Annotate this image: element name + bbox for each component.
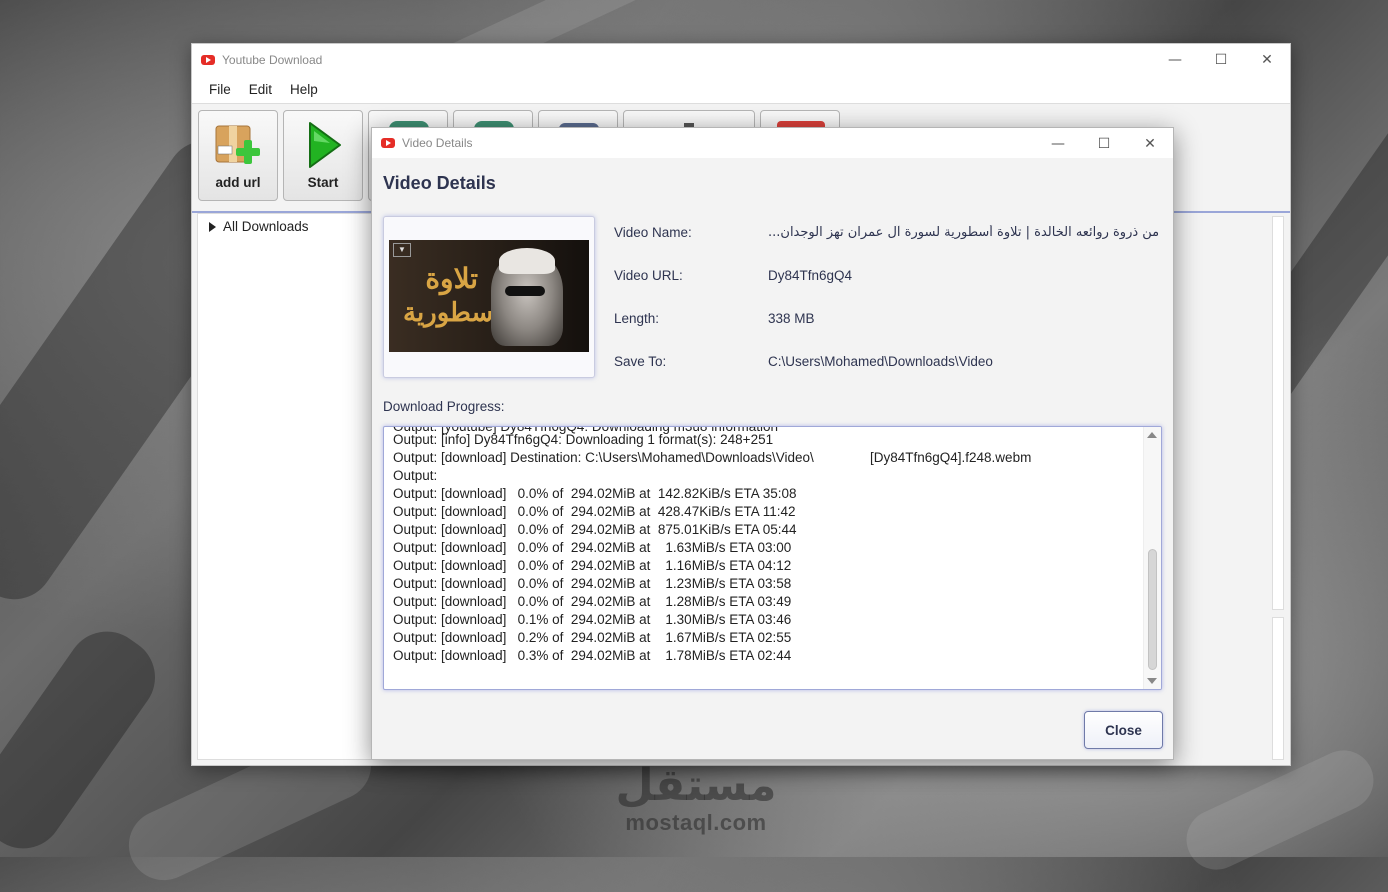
maximize-icon[interactable]: ☐ — [1081, 128, 1127, 159]
minimize-icon[interactable]: — — [1152, 44, 1198, 75]
watermark: مستقل mostaql.com — [606, 760, 786, 834]
watermark-latin: mostaql.com — [625, 810, 767, 835]
log-line: Output: [download] 0.2% of 294.02MiB at … — [393, 630, 792, 645]
play-icon — [309, 122, 341, 168]
downloads-tree: All Downloads — [197, 213, 374, 760]
log-scrollbar[interactable] — [1143, 427, 1161, 689]
log-line: Output: [download] 0.0% of 294.02MiB at … — [393, 504, 796, 519]
menu-edit[interactable]: Edit — [240, 82, 281, 97]
downloads-table — [1272, 216, 1284, 610]
log-line: Output: [download] 0.0% of 294.02MiB at … — [393, 486, 797, 501]
length-value: 338 MB — [768, 311, 815, 326]
main-titlebar[interactable]: Youtube Download — ☐ ✕ — [192, 44, 1290, 75]
scroll-down-icon[interactable] — [1147, 678, 1157, 684]
thumbnail-title: تلاوة أسطورية — [403, 262, 501, 330]
dialog-window-title: Video Details — [402, 136, 473, 150]
video-name-value: من ذروة روائعه الخالدة | تلاوة أسطورية ل… — [768, 225, 1160, 240]
start-label: Start — [307, 175, 339, 190]
log-line: Output: [download] 0.3% of 294.02MiB at … — [393, 648, 792, 663]
details-panel — [1272, 617, 1284, 760]
package-add-icon — [215, 125, 260, 164]
add-url-button[interactable]: add url — [198, 110, 278, 201]
minimize-icon[interactable]: — — [1035, 128, 1081, 159]
watermark-arabic: مستقل — [615, 760, 777, 811]
download-log[interactable]: Output: [youtube] Dy84Tfn6gQ4: Downloadi… — [383, 426, 1162, 690]
add-url-label: add url — [215, 175, 261, 190]
log-lines: Output: [info] Dy84Tfn6gQ4: Downloading … — [393, 431, 1141, 665]
thumbnail-title-line1: تلاوة — [425, 262, 479, 295]
log-line: Output: [download] 0.0% of 294.02MiB at … — [393, 540, 792, 555]
dialog-heading: Video Details — [383, 173, 496, 193]
tree-item-label: All Downloads — [223, 219, 309, 234]
menu-file[interactable]: File — [200, 82, 240, 97]
thumbnail-title-line2: أسطورية — [403, 298, 501, 328]
thumbnail-sunglasses — [505, 286, 545, 296]
video-name-label: Video Name: — [614, 225, 692, 240]
menubar: File Edit Help — [192, 75, 1290, 104]
menu-help[interactable]: Help — [281, 82, 327, 97]
maximize-icon[interactable]: ☐ — [1198, 44, 1244, 75]
youtube-icon — [201, 54, 215, 65]
channel-logo-icon: ▼ — [393, 243, 411, 257]
save-to-label: Save To: — [614, 354, 667, 369]
log-line: Output: [info] Dy84Tfn6gQ4: Downloading … — [393, 432, 774, 447]
video-details-dialog: Video Details — ☐ ✕ Video Details ▼ تلاو… — [371, 127, 1174, 760]
youtube-icon — [381, 138, 395, 148]
log-line: Output: — [393, 468, 438, 483]
dialog-titlebar[interactable]: Video Details — ☐ ✕ — [372, 128, 1173, 158]
length-label: Length: — [614, 311, 660, 326]
main-window-title: Youtube Download — [222, 52, 323, 67]
video-url-label: Video URL: — [614, 268, 683, 283]
scroll-up-icon[interactable] — [1147, 432, 1157, 438]
tree-item-all-downloads[interactable]: All Downloads — [198, 214, 373, 234]
close-icon[interactable]: ✕ — [1244, 44, 1290, 75]
log-line: Output: [download] 0.0% of 294.02MiB at … — [393, 558, 792, 573]
video-thumbnail: ▼ تلاوة أسطورية — [389, 240, 589, 352]
start-button[interactable]: Start — [283, 110, 363, 201]
close-button[interactable]: Close — [1084, 711, 1163, 749]
save-to-value: C:\Users\Mohamed\Downloads\Video — [768, 354, 993, 369]
close-icon[interactable]: ✕ — [1127, 128, 1173, 159]
thumbnail-cap — [499, 248, 555, 274]
download-progress-label: Download Progress: — [383, 399, 505, 414]
log-line: Output: [download] 0.0% of 294.02MiB at … — [393, 594, 792, 609]
scrollbar-thumb[interactable] — [1148, 549, 1157, 670]
log-line: Output: [download] 0.0% of 294.02MiB at … — [393, 522, 797, 537]
thumbnail-frame: ▼ تلاوة أسطورية — [383, 216, 595, 378]
log-line: Output: [download] Destination: C:\Users… — [393, 450, 1032, 465]
video-url-value: Dy84Tfn6gQ4 — [768, 268, 853, 283]
expand-arrow-icon[interactable] — [209, 221, 216, 232]
log-line: Output: [download] 0.1% of 294.02MiB at … — [393, 612, 792, 627]
log-line: Output: [download] 0.0% of 294.02MiB at … — [393, 576, 792, 591]
